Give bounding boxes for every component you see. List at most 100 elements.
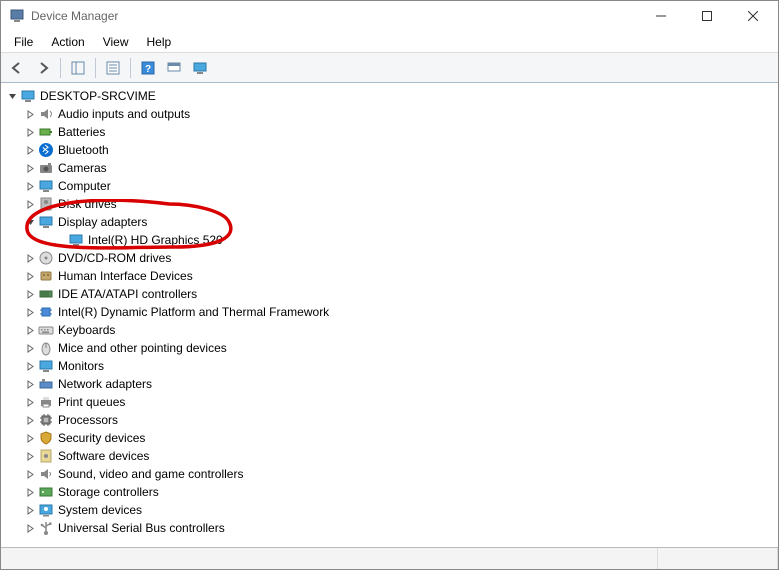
chevron-down-icon[interactable] [5,92,19,101]
tree-category[interactable]: Cameras [1,159,778,177]
tree-category[interactable]: Batteries [1,123,778,141]
show-hide-tree-button[interactable] [66,56,90,80]
tree-category[interactable]: Keyboards [1,321,778,339]
tree-item-label: Security devices [58,431,151,445]
close-button[interactable] [730,1,776,31]
chevron-right-icon[interactable] [23,110,37,119]
tree-category[interactable]: Storage controllers [1,483,778,501]
sound-icon [38,466,54,482]
toolbar-separator [130,58,131,78]
chevron-right-icon[interactable] [23,416,37,425]
chevron-right-icon[interactable] [23,326,37,335]
usb-icon [38,520,54,536]
printer-icon [38,394,54,410]
tree-category[interactable]: Disk drives [1,195,778,213]
tree-item-label: Software devices [58,449,155,463]
tree-item-label: Print queues [58,395,131,409]
tree-item-label: Storage controllers [58,485,165,499]
tree-item-label: System devices [58,503,148,517]
chevron-right-icon[interactable] [23,308,37,317]
chevron-right-icon[interactable] [23,380,37,389]
computer-icon [20,88,36,104]
svg-text:?: ? [145,64,151,75]
scan-hardware-button[interactable] [162,56,186,80]
chevron-right-icon[interactable] [23,128,37,137]
chevron-right-icon[interactable] [23,200,37,209]
tree-category[interactable]: Universal Serial Bus controllers [1,519,778,537]
window-title: Device Manager [31,9,118,23]
tree-category[interactable]: Bluetooth [1,141,778,159]
tree-item-label: Audio inputs and outputs [58,107,196,121]
tree-item-label: DESKTOP-SRCVIME [40,89,162,103]
chevron-right-icon[interactable] [23,164,37,173]
ide-icon [38,286,54,302]
maximize-button[interactable] [684,1,730,31]
camera-icon [38,160,54,176]
toolbar: ? [1,53,778,83]
menu-help[interactable]: Help [138,33,181,51]
device-tree[interactable]: DESKTOP-SRCVIME Audio inputs and outputs B… [1,83,778,547]
tree-category[interactable]: Display adapters [1,213,778,231]
chevron-right-icon[interactable] [23,344,37,353]
chevron-right-icon[interactable] [23,272,37,281]
chevron-right-icon[interactable] [23,290,37,299]
tree-category[interactable]: IDE ATA/ATAPI controllers [1,285,778,303]
titlebar: Device Manager [1,1,778,31]
chevron-right-icon[interactable] [23,254,37,263]
tree-category[interactable]: Computer [1,177,778,195]
tree-category[interactable]: System devices [1,501,778,519]
chevron-right-icon[interactable] [23,146,37,155]
minimize-button[interactable] [638,1,684,31]
mouse-icon [38,340,54,356]
tree-category[interactable]: Monitors [1,357,778,375]
chevron-right-icon[interactable] [23,182,37,191]
tree-category[interactable]: Intel(R) Dynamic Platform and Thermal Fr… [1,303,778,321]
chevron-right-icon[interactable] [23,470,37,479]
menu-file[interactable]: File [5,33,42,51]
devices-computer-button[interactable] [188,56,212,80]
tree-category[interactable]: Security devices [1,429,778,447]
tree-item-label: Sound, video and game controllers [58,467,249,481]
chevron-right-icon[interactable] [23,488,37,497]
toolbar-separator [60,58,61,78]
menu-view[interactable]: View [94,33,138,51]
tree-root[interactable]: DESKTOP-SRCVIME [1,87,778,105]
chevron-right-icon[interactable] [23,434,37,443]
chevron-right-icon[interactable] [23,362,37,371]
system-icon [38,502,54,518]
back-button[interactable] [5,56,29,80]
monitor-icon [38,358,54,374]
tree-item-label: Network adapters [58,377,158,391]
tree-category[interactable]: DVD/CD-ROM drives [1,249,778,267]
tree-device[interactable]: Intel(R) HD Graphics 520 [1,231,778,249]
tree-category[interactable]: Mice and other pointing devices [1,339,778,357]
tree-item-label: Display adapters [58,215,153,229]
storage-icon [38,484,54,500]
monitor-icon [38,178,54,194]
statusbar [1,547,778,569]
forward-button[interactable] [31,56,55,80]
chevron-right-icon[interactable] [23,506,37,515]
software-icon [38,448,54,464]
tree-item-label: Human Interface Devices [58,269,199,283]
chevron-down-icon[interactable] [23,218,37,227]
tree-category[interactable]: Human Interface Devices [1,267,778,285]
tree-category[interactable]: Processors [1,411,778,429]
tree-category[interactable]: Sound, video and game controllers [1,465,778,483]
help-button[interactable]: ? [136,56,160,80]
chevron-right-icon[interactable] [23,524,37,533]
tree-item-label: Cameras [58,161,113,175]
menu-action[interactable]: Action [42,33,93,51]
tree-category[interactable]: Print queues [1,393,778,411]
status-cell [658,548,778,569]
tree-category[interactable]: Audio inputs and outputs [1,105,778,123]
network-icon [38,376,54,392]
tree-category[interactable]: Software devices [1,447,778,465]
tree-category[interactable]: Network adapters [1,375,778,393]
properties-button[interactable] [101,56,125,80]
chevron-right-icon[interactable] [23,398,37,407]
monitor-icon [68,232,84,248]
tree-item-label: Monitors [58,359,110,373]
status-cell [1,548,658,569]
chevron-right-icon[interactable] [23,452,37,461]
